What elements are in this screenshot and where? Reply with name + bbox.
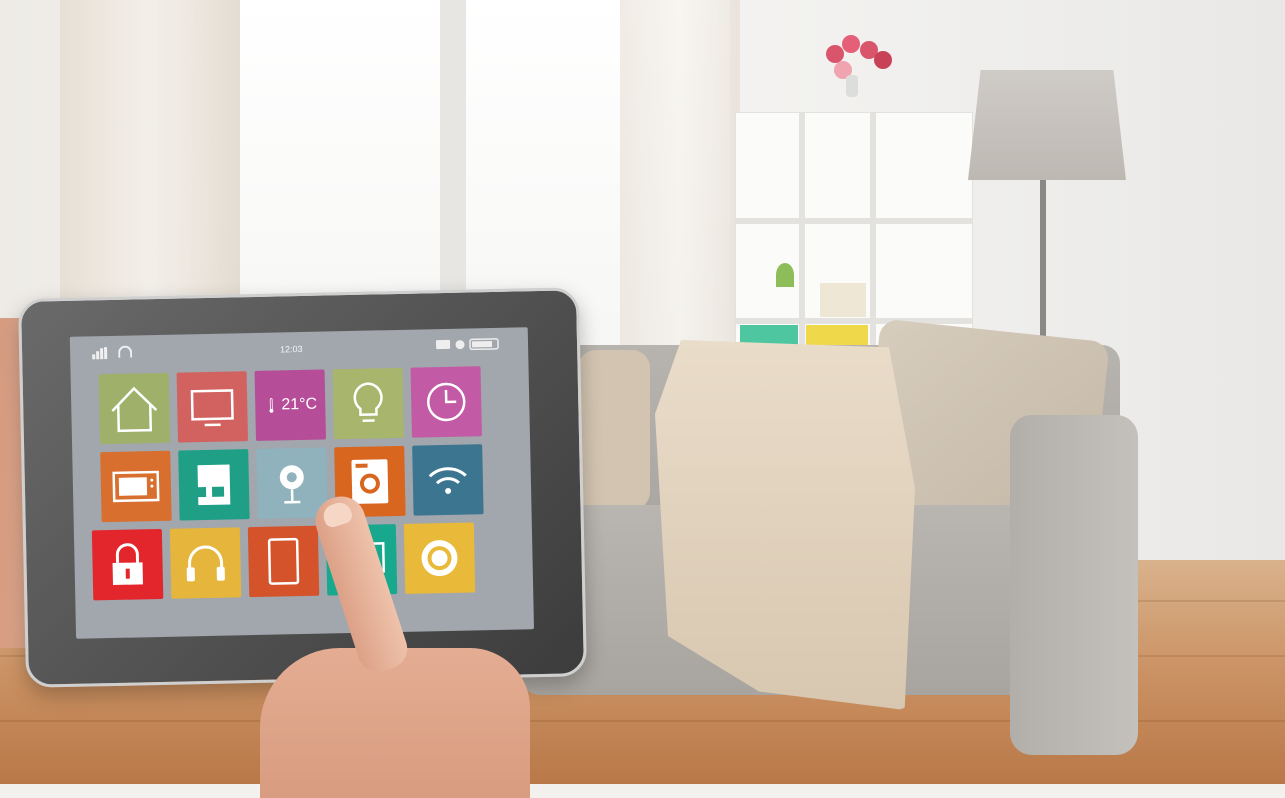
tablet-screen: 12:03 21°C — [70, 327, 534, 639]
status-time: 12:03 — [280, 344, 303, 354]
tablet-device: 12:03 21°C — [18, 287, 587, 688]
sofa-arm — [1010, 415, 1138, 755]
light-tile[interactable] — [333, 368, 404, 439]
status-bar: 12:03 — [70, 327, 528, 365]
lock-icon — [99, 536, 156, 593]
headphones-icon — [177, 534, 234, 591]
settings-tile[interactable] — [404, 522, 475, 593]
gear-icon — [411, 530, 468, 587]
headphones-status-icon — [118, 346, 132, 358]
cushion-left — [578, 350, 650, 510]
camera-tile[interactable] — [256, 447, 327, 518]
lock-tile[interactable] — [92, 529, 163, 600]
lightbulb-icon — [340, 375, 397, 432]
headphones-tile[interactable] — [170, 527, 241, 598]
coffee-machine-icon — [185, 456, 242, 513]
window-frame — [440, 0, 466, 300]
thermometer-icon — [263, 385, 282, 425]
tablet-tile[interactable] — [248, 526, 319, 597]
temperature-label: 21°C — [281, 396, 317, 415]
signal-icon — [92, 347, 110, 359]
home-tile[interactable] — [99, 373, 170, 444]
microwave-tile[interactable] — [100, 451, 171, 522]
tablet-icon — [255, 533, 312, 590]
wifi-tile[interactable] — [412, 444, 483, 515]
wifi-icon — [419, 451, 476, 508]
house-icon — [106, 380, 163, 437]
status-icons — [436, 338, 502, 351]
tv-icon — [184, 378, 241, 435]
clock-icon — [418, 373, 475, 430]
thermostat-tile[interactable]: 21°C — [255, 370, 326, 441]
bookshelf — [735, 112, 973, 359]
microwave-icon — [107, 458, 164, 515]
clock-tile[interactable] — [411, 366, 482, 437]
flower-vase — [820, 35, 890, 95]
webcam-icon — [263, 455, 320, 512]
coffee-machine-tile[interactable] — [178, 449, 249, 520]
floor-lamp-shade — [968, 70, 1126, 180]
tv-tile[interactable] — [177, 371, 248, 442]
right-hand — [260, 648, 530, 798]
curtain-right — [620, 0, 740, 380]
